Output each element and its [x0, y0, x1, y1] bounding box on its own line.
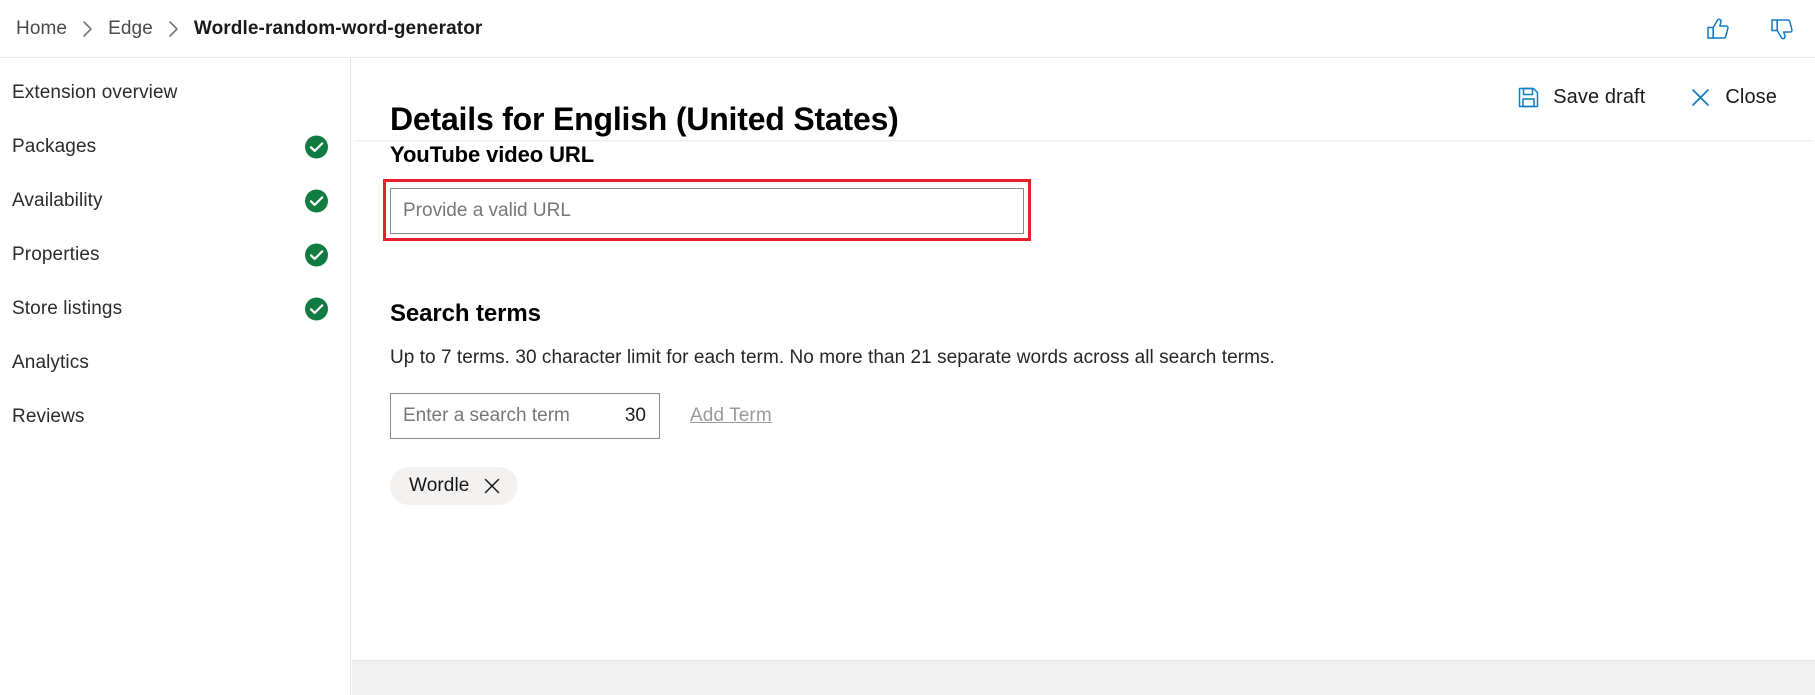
- search-terms-description: Up to 7 terms. 30 character limit for ea…: [390, 328, 1815, 369]
- search-terms-heading: Search terms: [390, 234, 1815, 328]
- sidebar-item-availability[interactable]: Availability: [0, 174, 350, 228]
- app-root: Home Edge Wordle-random-word-generator: [0, 0, 1815, 695]
- thumbs-down-icon[interactable]: [1767, 14, 1797, 44]
- save-floppy-icon: [1517, 86, 1540, 109]
- sidebar-item-label: Packages: [12, 136, 96, 158]
- header-action-group: Save draft Close: [1507, 80, 1787, 115]
- chevron-right-icon: [81, 19, 94, 39]
- sidebar-item-label: Properties: [12, 244, 100, 266]
- details-form: YouTube video URL Search terms Up to 7 t…: [352, 140, 1815, 619]
- youtube-url-input[interactable]: [390, 188, 1024, 234]
- close-label: Close: [1725, 86, 1777, 109]
- search-term-input[interactable]: [390, 393, 660, 439]
- breadcrumb-item-edge[interactable]: Edge: [104, 19, 157, 38]
- sidebar-item-packages[interactable]: Packages: [0, 120, 350, 174]
- chevron-right-icon: [167, 19, 180, 39]
- breadcrumb-item-current: Wordle-random-word-generator: [190, 19, 487, 38]
- details-header: Details for English (United States) Save…: [352, 58, 1815, 140]
- add-term-button[interactable]: Add Term: [690, 405, 772, 427]
- check-circle-icon: [305, 190, 328, 213]
- sidebar-item-label: Store listings: [12, 298, 122, 320]
- search-term-chip[interactable]: Wordle: [390, 467, 518, 505]
- sidebar: Extension overview Packages Availability: [0, 58, 351, 695]
- sidebar-item-label: Extension overview: [12, 82, 178, 104]
- sidebar-item-properties[interactable]: Properties: [0, 228, 350, 282]
- save-draft-label: Save draft: [1553, 86, 1645, 109]
- check-circle-icon: [305, 298, 328, 321]
- sidebar-item-analytics[interactable]: Analytics: [0, 336, 350, 390]
- save-draft-button[interactable]: Save draft: [1507, 80, 1655, 115]
- sidebar-item-label: Analytics: [12, 352, 89, 374]
- breadcrumb-item-home[interactable]: Home: [12, 19, 71, 38]
- chip-label: Wordle: [409, 475, 469, 497]
- sidebar-item-label: Availability: [12, 190, 103, 212]
- page-title: Details for English (United States): [390, 101, 899, 138]
- sidebar-item-extension-overview[interactable]: Extension overview: [0, 66, 350, 120]
- breadcrumb: Home Edge Wordle-random-word-generator: [12, 0, 486, 57]
- youtube-url-label: YouTube video URL: [390, 140, 1815, 168]
- sidebar-item-label: Reviews: [12, 406, 85, 428]
- sidebar-item-store-listings[interactable]: Store listings: [0, 282, 350, 336]
- main-content: Details for English (United States) Save…: [352, 58, 1815, 695]
- search-term-input-wrap: 30: [390, 393, 660, 439]
- footer-bar: [352, 660, 1815, 695]
- close-x-icon: [1689, 86, 1712, 109]
- youtube-url-field-wrap: [390, 188, 1024, 234]
- check-circle-icon: [305, 136, 328, 159]
- check-circle-icon: [305, 244, 328, 267]
- feedback-icon-group: [1703, 0, 1797, 57]
- thumbs-up-icon[interactable]: [1703, 14, 1733, 44]
- sidebar-item-reviews[interactable]: Reviews: [0, 390, 350, 444]
- close-button[interactable]: Close: [1679, 80, 1787, 115]
- top-bar: Home Edge Wordle-random-word-generator: [0, 0, 1815, 58]
- search-term-chip-list: Wordle: [390, 439, 1815, 505]
- close-x-icon[interactable]: [483, 477, 501, 495]
- search-term-entry-row: 30 Add Term: [390, 369, 1815, 439]
